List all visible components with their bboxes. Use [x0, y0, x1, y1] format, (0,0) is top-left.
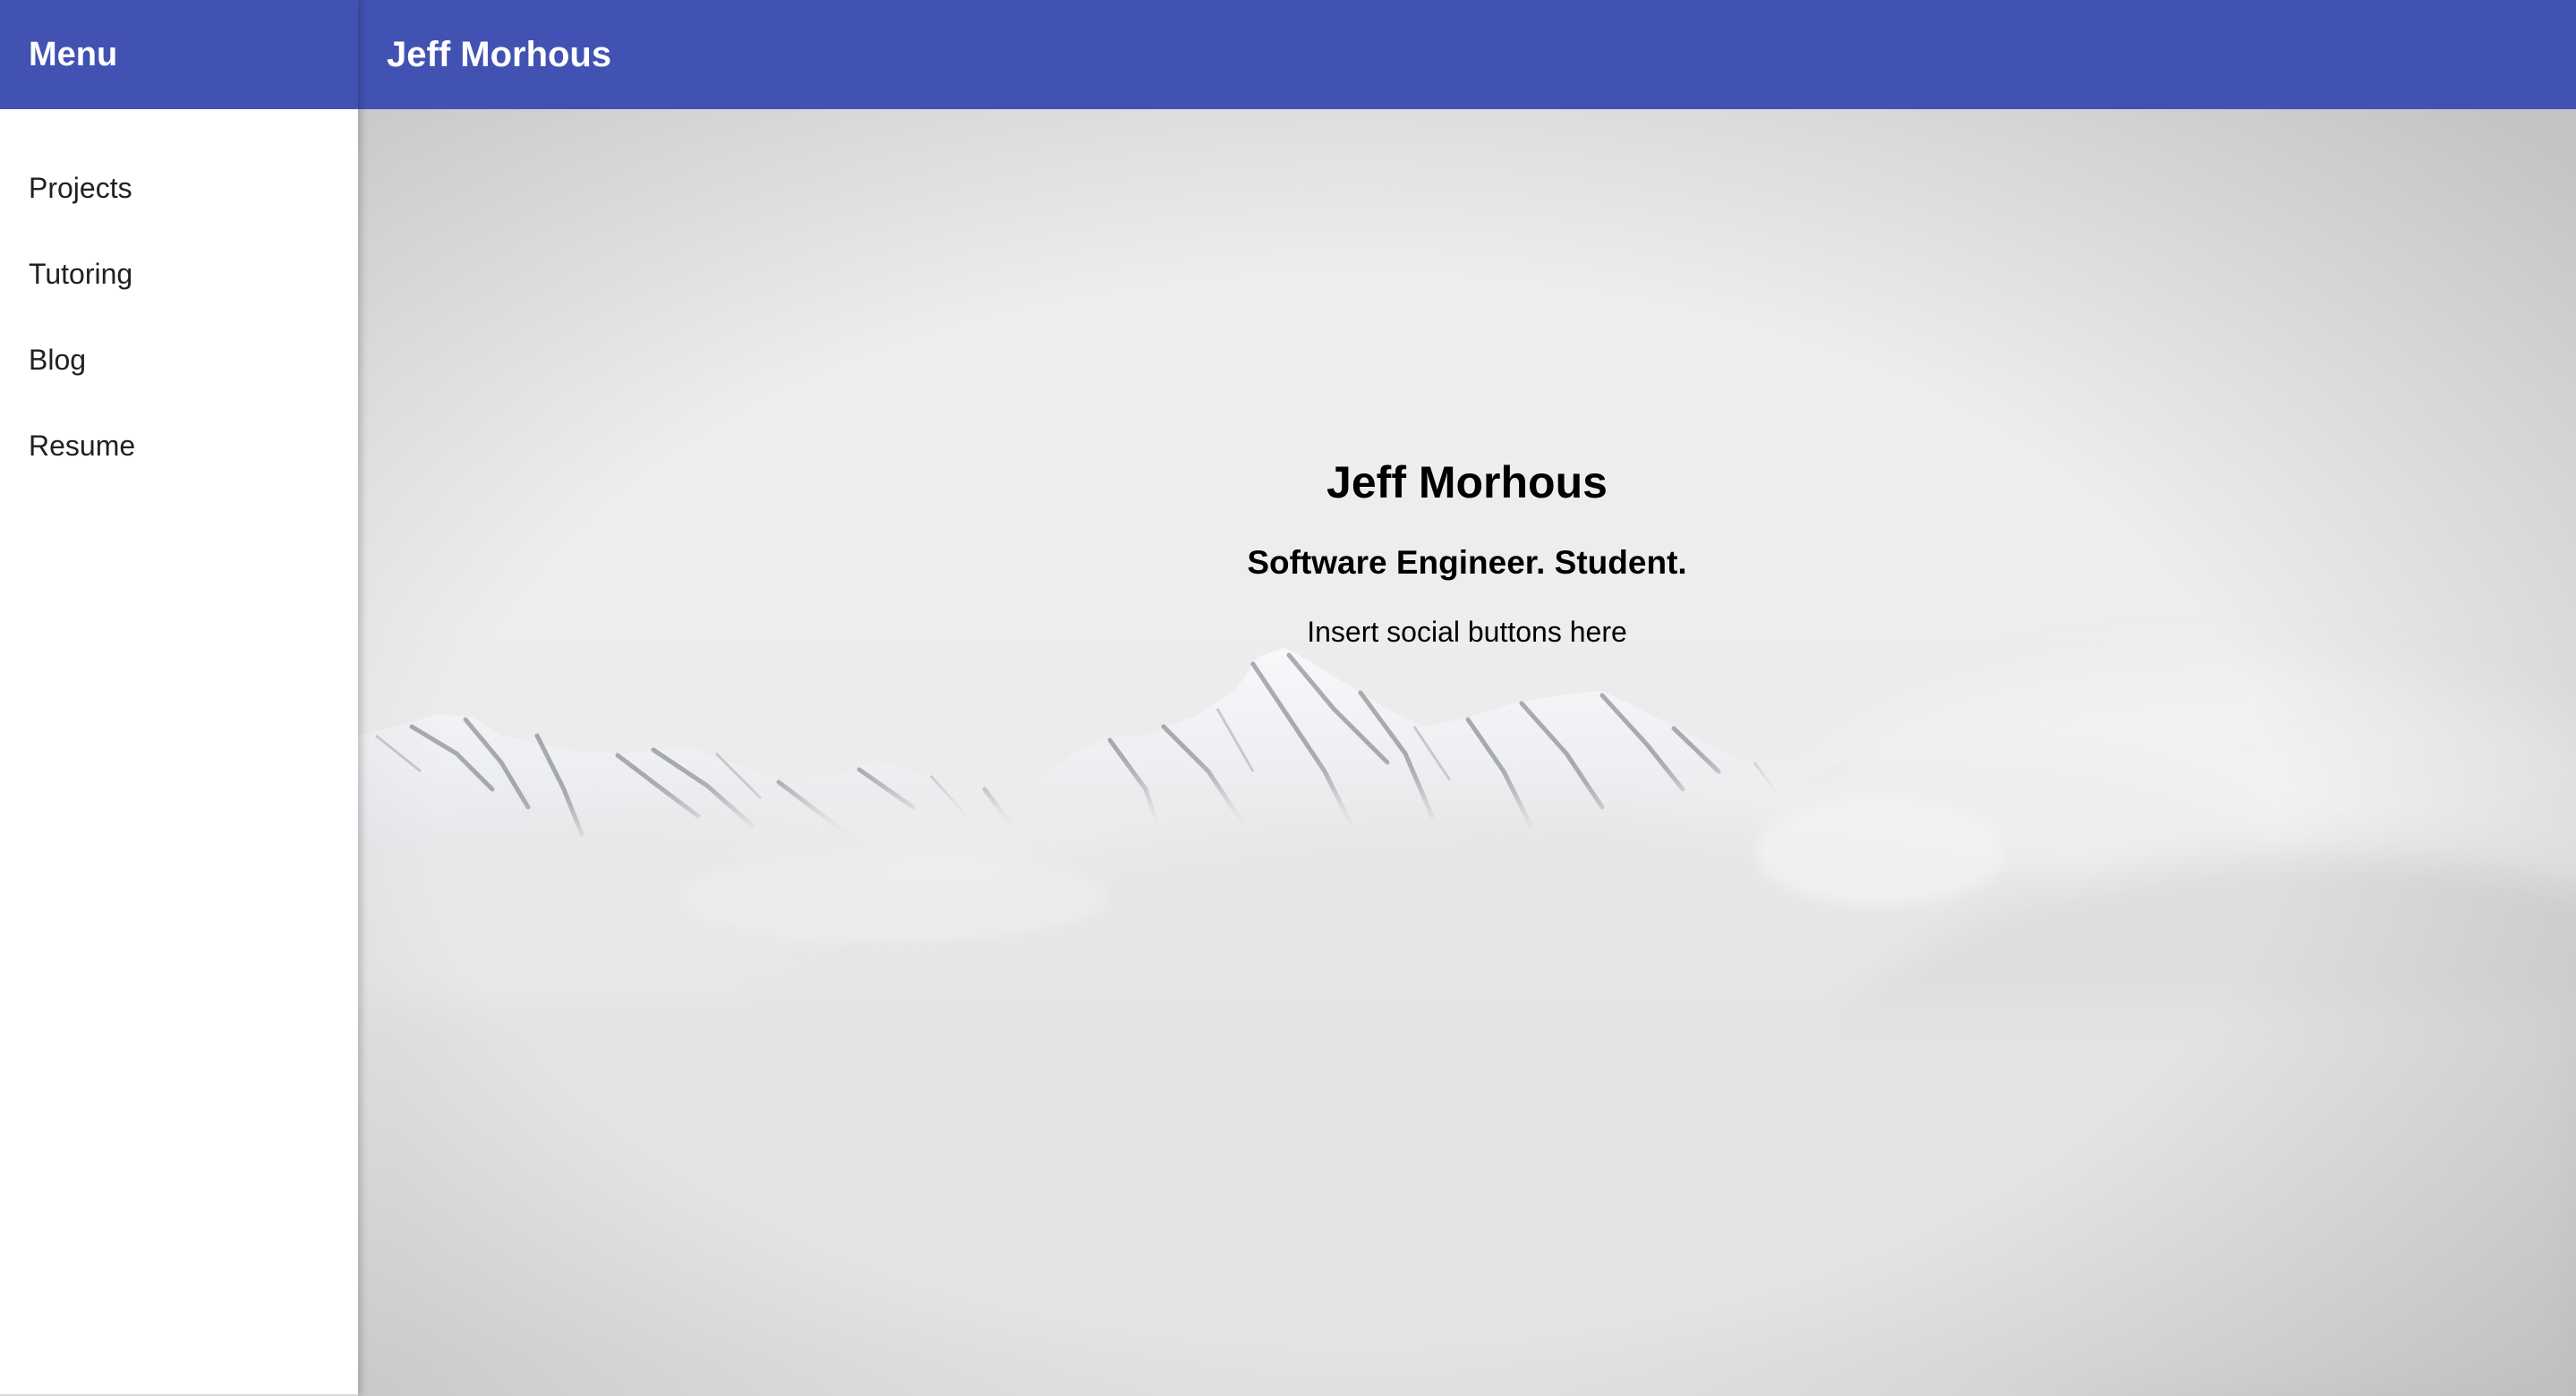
nav-drawer: Menu Projects Tutoring Blog Resume: [0, 0, 358, 1396]
drawer-header: Menu: [0, 0, 358, 109]
nav-item-resume[interactable]: Resume: [0, 403, 358, 489]
nav-item-projects[interactable]: Projects: [0, 145, 358, 231]
app-bar-title[interactable]: Jeff Morhous: [387, 35, 611, 75]
social-buttons-placeholder: Insert social buttons here: [1307, 616, 1627, 648]
drawer-title: Menu: [29, 35, 118, 73]
drawer-nav: Projects Tutoring Blog Resume: [0, 109, 358, 489]
hero-name: Jeff Morhous: [1326, 457, 1608, 507]
hero-background-image: [358, 109, 2576, 1396]
hero-tagline: Software Engineer. Student.: [1247, 544, 1687, 581]
app-bar: Jeff Morhous: [358, 0, 2576, 109]
hero-section: Jeff Morhous Software Engineer. Student.…: [358, 109, 2576, 1396]
nav-item-tutoring[interactable]: Tutoring: [0, 231, 358, 317]
nav-item-blog[interactable]: Blog: [0, 317, 358, 403]
app-root: Menu Projects Tutoring Blog Resume Jeff …: [0, 0, 2576, 1396]
